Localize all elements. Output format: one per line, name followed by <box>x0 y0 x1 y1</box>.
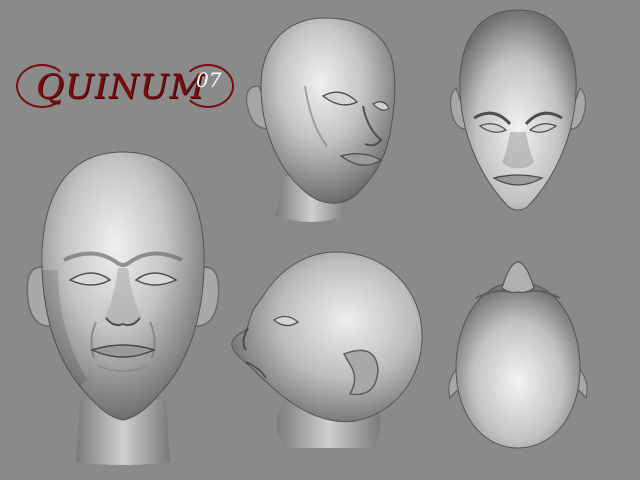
head-profile-up-view <box>231 251 423 448</box>
head-three-quarter-up-view <box>246 17 396 222</box>
head-three-quarter-down-view <box>449 9 587 211</box>
logo-year: 07 <box>196 68 222 92</box>
quinum-logo: QUINUM 07 <box>14 56 234 118</box>
head-front-view <box>26 151 220 465</box>
head-top-view <box>448 261 588 449</box>
render-canvas: QUINUM 07 <box>0 0 640 480</box>
